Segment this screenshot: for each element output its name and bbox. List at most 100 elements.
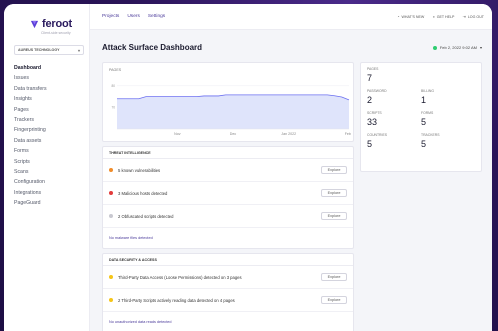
top-links: ◔ WHAT'S NEW ◑ GET HELP ⇥ LOG OUT — [397, 14, 484, 19]
area-fill — [117, 94, 349, 129]
sidebar-item-data-transfers[interactable]: Data transfers — [14, 84, 81, 94]
left-column: PAGES 80 70 Nov Dec Jan 2022 Feb THREAT INTELL… — [102, 62, 354, 331]
chart-title: PAGES — [109, 68, 122, 72]
sidebar-item-dashboard[interactable]: Dashboard — [14, 63, 81, 73]
x-tick-label: Feb — [345, 132, 351, 136]
threat-row: 2 Obfuscated scripts detected Explore — [103, 205, 353, 228]
stat-value: 7 — [367, 73, 373, 83]
y-tick-label: 70 — [111, 106, 115, 110]
sidebar-item-configuration[interactable]: Configuration — [14, 177, 81, 187]
sidebar-item-integrations[interactable]: Integrations — [14, 188, 81, 198]
threat-row: 5 known vulnerabilities Explore — [103, 159, 353, 182]
threat-row: 3 Malicious hosts detected Explore — [103, 182, 353, 205]
stat-label: FORMS — [421, 111, 434, 115]
whats-new-link[interactable]: ◔ WHAT'S NEW — [397, 14, 424, 19]
stat-trackers[interactable]: TRACKERS 5 — [421, 133, 475, 149]
stat-value: 5 — [421, 139, 427, 149]
stat-label: PAGES — [367, 67, 379, 71]
help-icon: ◑ — [432, 14, 435, 19]
threat-note[interactable]: No malware files detected — [103, 228, 353, 248]
sidebar-item-fingerprinting[interactable]: Fingerprinting — [14, 125, 81, 135]
severity-dot-icon — [109, 214, 113, 218]
stat-passwords[interactable]: PASSWORD 2 — [367, 89, 421, 105]
stat-scripts[interactable]: SCRIPTS 33 — [367, 111, 421, 127]
app-window: feroot Client-side security AUREUS TECHN… — [4, 4, 492, 331]
tab-users[interactable]: Users — [127, 14, 140, 19]
status-dot-icon — [432, 45, 437, 50]
stat-forms[interactable]: FORMS 5 — [421, 111, 475, 127]
datasec-row-text: Third-Party Data Access (Loose Permissio… — [118, 274, 242, 280]
explore-button[interactable]: Explore — [321, 296, 347, 304]
sidebar-nav: Dashboard Issues Data transfers Insights… — [14, 63, 81, 208]
explore-button[interactable]: Explore — [321, 273, 347, 281]
data-security-section: DATA SECURITY & ACCESS Third-Party Data … — [102, 253, 354, 331]
chevron-down-icon: ▾ — [479, 45, 482, 50]
feroot-logo-icon — [30, 20, 39, 28]
sidebar-item-pageguard[interactable]: PageGuard — [14, 198, 81, 208]
sidebar-item-scans[interactable]: Scans — [14, 167, 81, 177]
threat-row-text: 3 Malicious hosts detected — [118, 190, 168, 196]
brand-tagline: Client-side security — [41, 31, 71, 35]
x-tick-label: Dec — [230, 132, 237, 136]
sidebar-item-data-assets[interactable]: Data assets — [14, 136, 81, 146]
sidebar-item-issues[interactable]: Issues — [14, 73, 81, 83]
stat-value: 2 — [367, 95, 373, 105]
threat-row-info: 3 Malicious hosts detected — [109, 191, 167, 196]
sidebar: feroot Client-side security AUREUS TECHN… — [4, 4, 90, 331]
explore-button[interactable]: Explore — [321, 189, 347, 197]
stat-value: 5 — [367, 139, 373, 149]
date-label: Feb 2, 2022 9:02 AM — [439, 45, 477, 50]
threat-row-text: 5 known vulnerabilities — [118, 167, 161, 173]
sidebar-item-insights[interactable]: Insights — [14, 94, 81, 104]
pages-chart: PAGES 80 70 Nov Dec Jan 2022 Feb — [109, 68, 351, 136]
main-content: Projects Users Settings ◔ WHAT'S NEW ◑ GET… — [90, 4, 492, 331]
x-tick-label: Nov — [174, 132, 181, 136]
threat-row-info: 5 known vulnerabilities — [109, 168, 160, 173]
top-tabs: Projects Users Settings — [102, 14, 165, 19]
stat-label: PASSWORD — [367, 89, 387, 93]
severity-dot-icon — [109, 298, 113, 302]
stats-grid: PAGES 7 PASSWORD 2 BILLING 1 SCRIPTS 33 — [367, 67, 475, 149]
organization-select[interactable]: AUREUS TECHNOLOGY ▾ — [14, 45, 84, 55]
brand-name: feroot — [42, 18, 72, 30]
sidebar-item-forms[interactable]: Forms — [14, 146, 81, 156]
get-help-label: GET HELP — [436, 14, 455, 19]
datasec-note[interactable]: No unauthorized data reads detected — [103, 312, 353, 331]
log-out-link[interactable]: ⇥ LOG OUT — [462, 14, 484, 19]
logout-icon: ⇥ — [462, 14, 466, 19]
pages-chart-card: PAGES 80 70 Nov Dec Jan 2022 Feb — [102, 62, 354, 142]
stat-label: TRACKERS — [421, 133, 440, 137]
severity-dot-icon — [109, 191, 113, 195]
explore-button[interactable]: Explore — [321, 212, 347, 220]
stat-value: 1 — [421, 95, 427, 105]
datasec-row-text: 2 Third-Party Scripts actively reading d… — [118, 297, 235, 303]
sidebar-item-trackers[interactable]: Trackers — [14, 115, 81, 125]
stat-label: SCRIPTS — [367, 111, 382, 115]
sidebar-item-pages[interactable]: Pages — [14, 105, 81, 115]
section-title: DATA SECURITY & ACCESS — [103, 254, 353, 266]
log-out-label: LOG OUT — [467, 14, 484, 19]
tab-settings[interactable]: Settings — [148, 14, 165, 19]
tab-projects[interactable]: Projects — [102, 14, 119, 19]
dashboard-body: PAGES 80 70 Nov Dec Jan 2022 Feb THREAT INTELL… — [90, 52, 492, 331]
datasec-row: Third-Party Data Access (Loose Permissio… — [103, 266, 353, 289]
sidebar-item-scripts[interactable]: Scripts — [14, 157, 81, 167]
x-tick-label: Jan 2022 — [281, 132, 296, 136]
stat-label: BILLING — [421, 89, 435, 93]
threat-intelligence-section: THREAT INTELLIGENCE 5 known vulnerabilit… — [102, 146, 354, 249]
date-selector[interactable]: Feb 2, 2022 9:02 AM ▾ — [432, 45, 482, 50]
severity-dot-icon — [109, 168, 113, 172]
section-title: THREAT INTELLIGENCE — [103, 147, 353, 159]
stat-countries[interactable]: COUNTRIES 5 — [367, 133, 421, 149]
organization-select-value: AUREUS TECHNOLOGY — [18, 48, 60, 52]
severity-dot-icon — [109, 275, 113, 279]
datasec-row-info: 2 Third-Party Scripts actively reading d… — [109, 298, 235, 303]
brand-logo[interactable]: feroot — [30, 18, 81, 30]
get-help-link[interactable]: ◑ GET HELP — [432, 14, 454, 19]
stat-label: COUNTRIES — [367, 133, 387, 137]
stat-pages[interactable]: PAGES 7 — [367, 67, 475, 83]
stat-billing[interactable]: BILLING 1 — [421, 89, 475, 105]
bell-icon: ◔ — [397, 14, 400, 19]
explore-button[interactable]: Explore — [321, 166, 347, 174]
threat-row-text: 2 Obfuscated scripts detected — [118, 213, 174, 219]
